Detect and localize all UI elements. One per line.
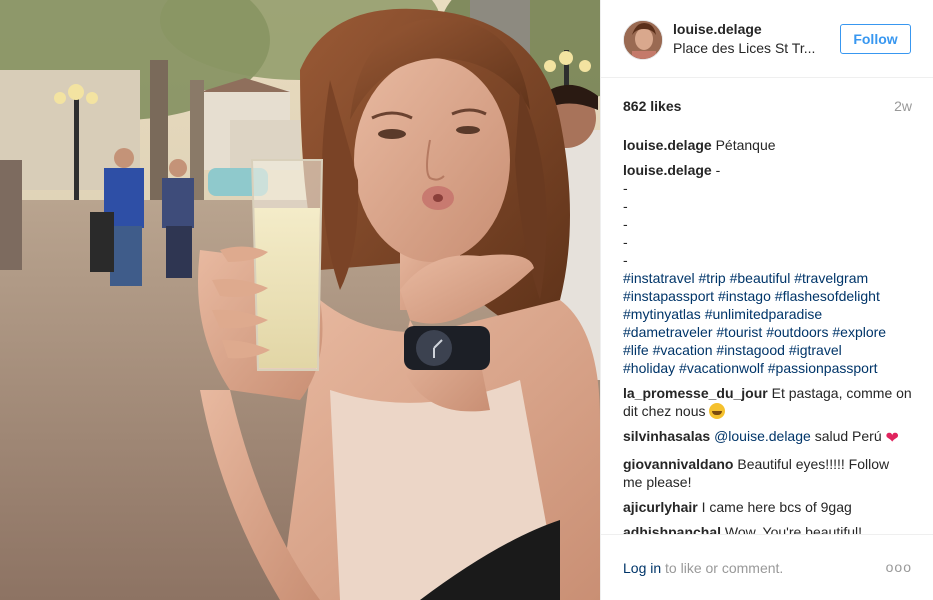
- likes-row: 862 likes 2w: [623, 98, 912, 118]
- hashtag-line: #mytinyatlas #unlimitedparadise: [623, 305, 912, 323]
- comment: silvinhasalas @louise.delage salud Perú …: [623, 427, 912, 448]
- comment: la_promesse_du_jour Et pastaga, comme on…: [623, 384, 912, 420]
- dash-line: -: [623, 252, 628, 268]
- hashtag-line: #instapassport #instago #flashesofdeligh…: [623, 287, 912, 305]
- hashtag-link[interactable]: #holiday: [623, 360, 675, 376]
- likes-count[interactable]: 862 likes: [623, 98, 681, 114]
- comments-list[interactable]: louise.delage Pétanque louise.delage - -…: [623, 136, 912, 534]
- hashtag-link[interactable]: #passionpassport: [768, 360, 878, 376]
- hashtag-line: #life #vacation #instagood #igtravel: [623, 341, 912, 359]
- follow-button[interactable]: Follow: [840, 24, 911, 54]
- hashtag-link[interactable]: #instatravel: [623, 270, 695, 286]
- hashtag-line: #dametraveler #tourist #outdoors #explor…: [623, 323, 912, 341]
- hashtag-link[interactable]: #flashesofdelight: [775, 288, 880, 304]
- hashtag-link[interactable]: #life: [623, 342, 649, 358]
- post-footer: Log in to like or comment. ooo: [601, 534, 933, 600]
- hashtag-line: #holiday #vacationwolf #passionpassport: [623, 359, 912, 377]
- hashtag-link[interactable]: #tourist: [716, 324, 762, 340]
- comment-username[interactable]: ajicurlyhair: [623, 499, 698, 515]
- more-options-button[interactable]: ooo: [886, 559, 912, 575]
- caption: louise.delage Pétanque: [623, 136, 912, 154]
- comment-hashtags: louise.delage - - - - - - #instatravel #…: [623, 161, 912, 377]
- comment-username[interactable]: silvinhasalas: [623, 428, 710, 444]
- comment: ajicurlyhair I came here bcs of 9gag: [623, 498, 912, 516]
- post-photo[interactable]: [0, 0, 600, 600]
- comment-text: I came here bcs of 9gag: [701, 499, 852, 515]
- hashtag-link[interactable]: #vacation: [653, 342, 713, 358]
- hashtag-link[interactable]: #dametraveler: [623, 324, 713, 340]
- hashtag-link[interactable]: #explore: [832, 324, 886, 340]
- dash-line: -: [623, 198, 628, 214]
- comment-username[interactable]: louise.delage: [623, 162, 712, 178]
- heart-emoji-icon: ❤: [885, 430, 899, 447]
- comment-username[interactable]: louise.delage: [623, 137, 712, 153]
- dash-line: -: [623, 180, 628, 196]
- hashtag-link[interactable]: #mytinyatlas: [623, 306, 701, 322]
- hashtag-line: #instatravel #trip #beautiful #travelgra…: [623, 269, 912, 287]
- dash-line: -: [623, 234, 628, 250]
- post-sidebar: louise.delage Place des Lices St Tr... F…: [600, 0, 933, 600]
- hashtag-link[interactable]: #travelgram: [794, 270, 868, 286]
- hashtag-link[interactable]: #trip: [698, 270, 725, 286]
- hashtag-link[interactable]: #vacationwolf: [679, 360, 764, 376]
- comment-username[interactable]: giovannivaldano: [623, 456, 733, 472]
- laughing-emoji-icon: [709, 403, 726, 419]
- hashtag-link[interactable]: #instago: [718, 288, 771, 304]
- post-location[interactable]: Place des Lices St Tr...: [673, 40, 823, 56]
- comment-text: salud Perú: [814, 428, 882, 444]
- login-prompt: Log in to like or comment.: [623, 560, 783, 576]
- comment-username[interactable]: la_promesse_du_jour: [623, 385, 768, 401]
- comment-username[interactable]: adhishpanchal: [623, 524, 721, 534]
- post-username[interactable]: louise.delage: [673, 21, 762, 37]
- login-prompt-text: to like or comment.: [665, 560, 784, 576]
- post-time[interactable]: 2w: [894, 98, 912, 114]
- comment: adhishpanchal Wow. You're beautiful!: [623, 523, 912, 534]
- dash-line: -: [623, 216, 628, 232]
- hashtag-link[interactable]: #instagood: [716, 342, 785, 358]
- post-header: louise.delage Place des Lices St Tr... F…: [601, 0, 933, 78]
- comment-text: Wow. You're beautiful!: [724, 524, 862, 534]
- comment-text: -: [715, 162, 721, 178]
- mention-link[interactable]: @louise.delage: [714, 428, 811, 444]
- comment-text: Pétanque: [715, 137, 776, 153]
- hashtag-link[interactable]: #outdoors: [766, 324, 828, 340]
- hashtag-link[interactable]: #instapassport: [623, 288, 714, 304]
- hashtag-link[interactable]: #beautiful: [730, 270, 791, 286]
- avatar-image: [624, 21, 662, 59]
- photo-illustration: [0, 0, 600, 600]
- hashtag-link[interactable]: #igtravel: [789, 342, 842, 358]
- login-link[interactable]: Log in: [623, 560, 661, 576]
- avatar[interactable]: [623, 20, 663, 60]
- hashtag-link[interactable]: #unlimitedparadise: [705, 306, 823, 322]
- comment: giovannivaldano Beautiful eyes!!!!! Foll…: [623, 455, 912, 491]
